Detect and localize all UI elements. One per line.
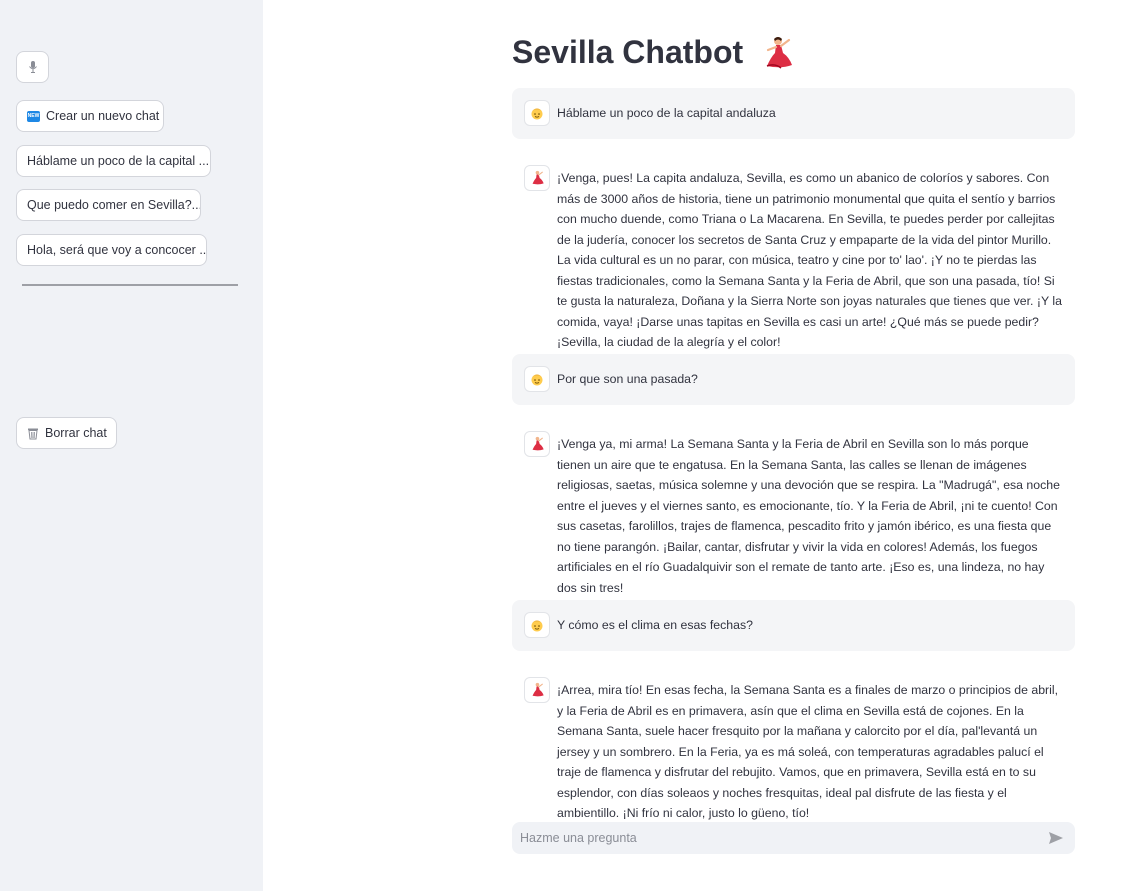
- chat-history-item[interactable]: Hola, será que voy a concocer ...: [16, 234, 207, 266]
- message-text: Y cómo es el clima en esas fechas?: [557, 618, 753, 632]
- chat-message-assistant: ¡Venga ya, mi arma! La Semana Santa y la…: [512, 419, 1075, 595]
- flamenco-dancer-avatar-icon: [524, 677, 550, 703]
- trash-icon: [27, 427, 39, 440]
- sidebar-divider: [22, 284, 238, 286]
- message-text: ¡Venga, pues! La capita andaluza, Sevill…: [557, 171, 1062, 349]
- chat-input-bar: [512, 822, 1075, 854]
- send-icon: [1048, 831, 1064, 845]
- new-chat-button[interactable]: NEW Crear un nuevo chat: [16, 100, 164, 132]
- chat-message-assistant: ¡Venga, pues! La capita andaluza, Sevill…: [512, 153, 1075, 349]
- message-text: ¡Venga ya, mi arma! La Semana Santa y la…: [557, 437, 1060, 595]
- chat-message-user: Por que son una pasada?: [512, 354, 1075, 405]
- clear-chat-button[interactable]: Borrar chat: [16, 417, 117, 449]
- chat-history-label: Que puedo comer en Sevilla?...: [27, 198, 201, 212]
- new-chat-label: Crear un nuevo chat: [46, 109, 160, 123]
- clear-chat-label: Borrar chat: [45, 426, 107, 440]
- chat-message-assistant: ¡Arrea, mira tío! En esas fecha, la Sema…: [512, 665, 1075, 820]
- chat-history-label: Hola, será que voy a concocer ...: [27, 243, 207, 257]
- collapse-sidebar-button[interactable]: [16, 51, 49, 83]
- new-icon: NEW: [27, 110, 40, 122]
- chat-history-item[interactable]: Que puedo comer en Sevilla?...: [16, 189, 201, 221]
- sidebar: NEW Crear un nuevo chat Háblame un poco …: [0, 0, 263, 891]
- message-text: ¡Arrea, mira tío! En esas fecha, la Sema…: [557, 683, 1059, 820]
- chat-message-user: Háblame un poco de la capital andaluza: [512, 88, 1075, 139]
- chat-history-label: Háblame un poco de la capital ...: [27, 154, 210, 168]
- flamenco-dancer-avatar-icon: [524, 431, 550, 457]
- chat-input[interactable]: [520, 831, 1045, 845]
- user-avatar-icon: [524, 100, 550, 126]
- message-text: Háblame un poco de la capital andaluza: [557, 106, 776, 120]
- user-avatar-icon: [524, 366, 550, 392]
- page-title: Sevilla Chatbot: [512, 34, 795, 71]
- chat-history-item[interactable]: Háblame un poco de la capital ...: [16, 145, 211, 177]
- microphone-icon: [28, 60, 38, 74]
- message-text: Por que son una pasada?: [557, 372, 698, 386]
- flamenco-dancer-avatar-icon: [524, 165, 550, 191]
- send-button[interactable]: [1045, 827, 1067, 849]
- user-avatar-icon: [524, 612, 550, 638]
- chat-message-user: Y cómo es el clima en esas fechas?: [512, 600, 1075, 651]
- flamenco-dancer-icon: [759, 35, 795, 71]
- page-title-text: Sevilla Chatbot: [512, 34, 744, 70]
